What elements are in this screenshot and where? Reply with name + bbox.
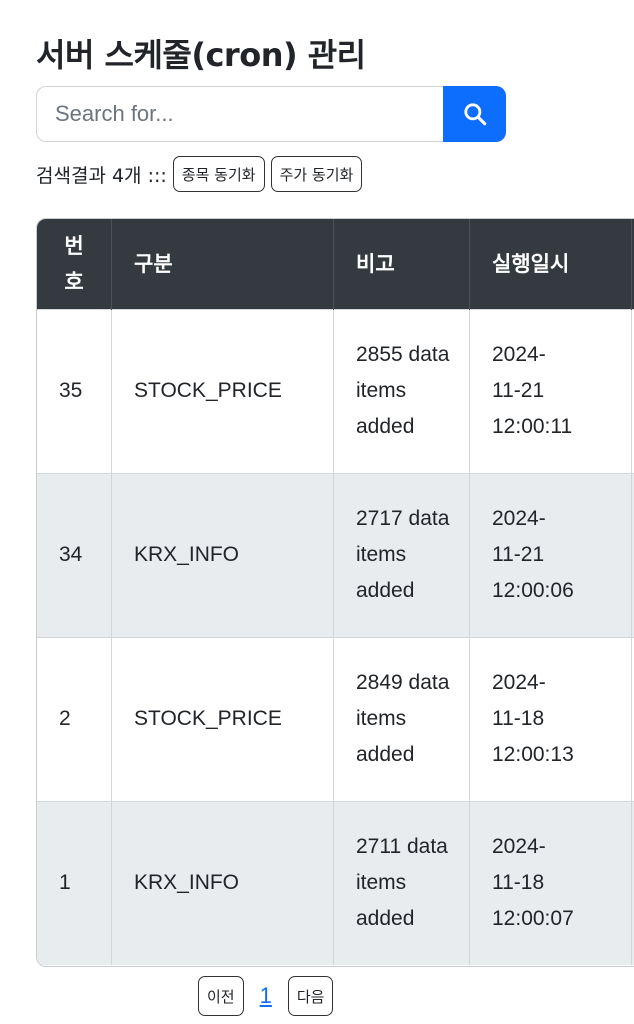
cell-date-line3: 12:00:11 — [492, 415, 573, 438]
header-note: 비고 — [333, 219, 470, 309]
cell-num: 1 — [37, 800, 112, 965]
cell-date-line2: 11-21 — [492, 543, 545, 566]
cell-date: 2024- 11-21 12:00:11 — [469, 308, 632, 473]
cell-type: KRX_INFO — [111, 800, 334, 965]
cell-date-line3: 12:00:07 — [492, 907, 574, 931]
result-summary: 검색결과 4개 ::: 종목 동기화 주가 동기화 — [36, 156, 368, 192]
next-page-button[interactable]: 다음 — [287, 976, 334, 1016]
cell-date: 2024- 11-18 12:00:07 — [469, 800, 632, 965]
page-title: 서버 스케줄(cron) 관리 — [36, 36, 366, 74]
table-row: 35 STOCK_PRICE 2855 data items added 202… — [37, 308, 634, 473]
result-count: 검색결과 4개 ::: — [36, 164, 167, 187]
cell-date-line2: 11-21 — [492, 379, 545, 402]
header-type: 구분 — [111, 219, 334, 309]
page-link-1[interactable]: 1 — [260, 983, 272, 1009]
header-num: 번 호 — [37, 219, 112, 309]
search-icon — [463, 103, 486, 126]
cell-note: 2711 data items added — [333, 800, 470, 965]
sync-price-button[interactable]: 주가 동기화 — [270, 156, 363, 192]
cell-date-line1: 2024- — [492, 671, 546, 694]
cell-date-line3: 12:00:06 — [492, 579, 574, 602]
header-num-line2: 호 — [64, 269, 84, 294]
cell-date-line1: 2024- — [492, 507, 546, 530]
prev-page-button[interactable]: 이전 — [198, 976, 244, 1016]
cell-num: 2 — [37, 636, 112, 801]
cell-num: 35 — [37, 308, 112, 473]
search-button[interactable] — [443, 86, 506, 142]
cell-date: 2024- 11-18 12:00:13 — [469, 636, 632, 801]
search-input[interactable] — [36, 86, 443, 142]
cell-note: 2717 data items added — [333, 472, 470, 637]
cell-type: STOCK_PRICE — [111, 636, 334, 801]
cron-table: 번 호 구분 비고 실행일시 35 STOCK_PRICE 2855 data … — [36, 218, 634, 967]
cell-note: 2855 data items added — [333, 308, 470, 473]
search-bar — [36, 86, 506, 142]
header-date: 실행일시 — [469, 219, 632, 309]
cell-type: KRX_INFO — [111, 472, 334, 637]
pagination: 이전 1 다음 — [198, 976, 334, 1016]
table-header-row: 번 호 구분 비고 실행일시 — [37, 219, 634, 309]
cell-type: STOCK_PRICE — [111, 308, 334, 473]
table-row: 34 KRX_INFO 2717 data items added 2024- … — [37, 472, 634, 637]
sync-stock-button[interactable]: 종목 동기화 — [172, 156, 265, 192]
cell-num: 34 — [37, 472, 112, 637]
header-num-line1: 번 — [64, 233, 84, 258]
table-row: 2 STOCK_PRICE 2849 data items added 2024… — [37, 636, 634, 801]
cell-date-line3: 12:00:13 — [492, 743, 574, 766]
cell-date-line1: 2024- — [492, 343, 546, 366]
table-row: 1 KRX_INFO 2711 data items added 2024- 1… — [37, 800, 634, 965]
cell-date-line2: 11-18 — [492, 871, 545, 895]
cell-date-line1: 2024- — [492, 835, 546, 859]
cell-note: 2849 data items added — [333, 636, 470, 801]
cell-date-line2: 11-18 — [492, 707, 545, 730]
cell-date: 2024- 11-21 12:00:06 — [469, 472, 632, 637]
